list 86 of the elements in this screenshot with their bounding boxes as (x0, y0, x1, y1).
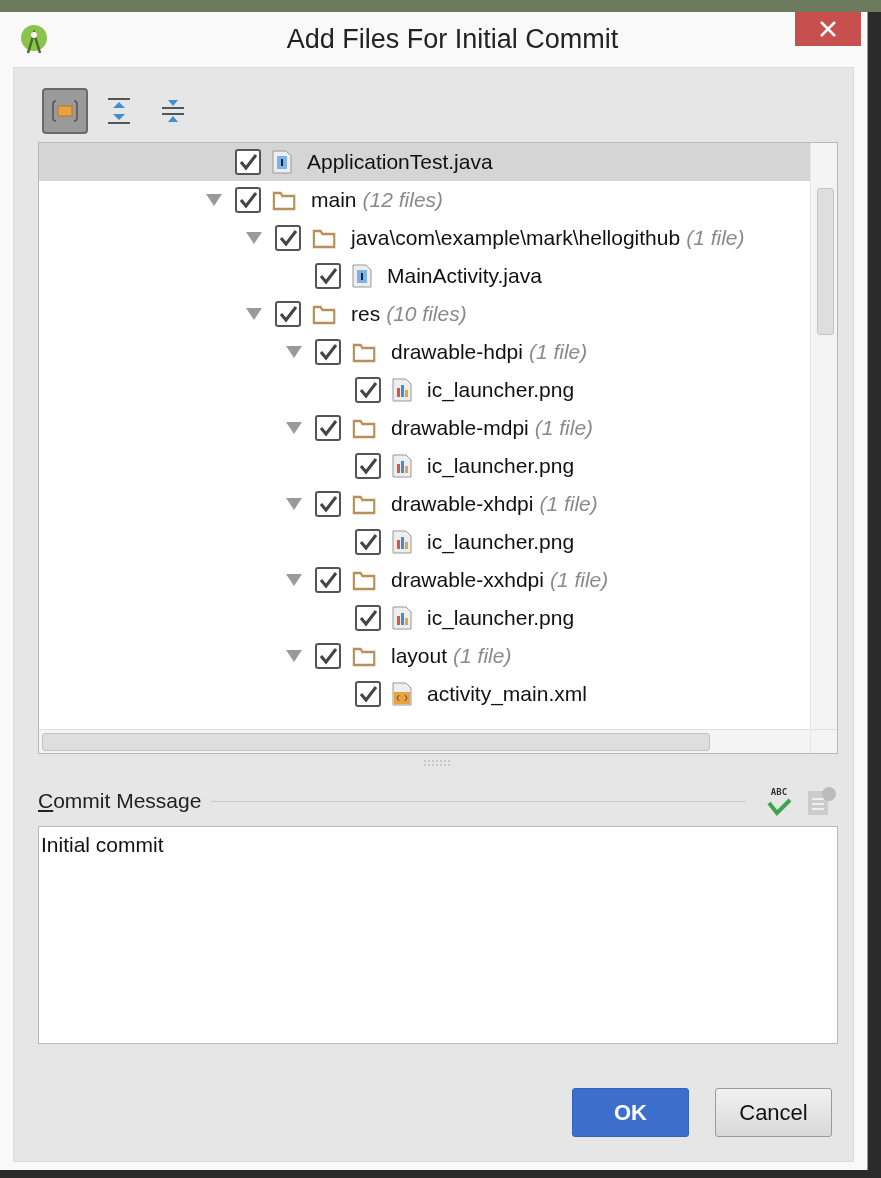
file-name: drawable-xxhdpi (391, 568, 544, 592)
checkbox[interactable] (315, 339, 341, 365)
checkbox[interactable] (355, 377, 381, 403)
tree-row[interactable]: ic_launcher.png (39, 599, 810, 637)
checkbox[interactable] (315, 415, 341, 441)
checkbox[interactable] (235, 187, 261, 213)
close-button[interactable] (795, 12, 861, 46)
expanded-arrow-icon[interactable] (283, 421, 305, 435)
checkbox[interactable] (355, 453, 381, 479)
horizontal-scrollbar[interactable] (39, 729, 810, 753)
tree-row[interactable]: drawable-mdpi (1 file) (39, 409, 810, 447)
xml-file-icon (391, 682, 413, 706)
checkbox[interactable] (315, 263, 341, 289)
scrollbar-thumb[interactable] (817, 188, 834, 335)
expanded-arrow-icon[interactable] (283, 345, 305, 359)
toolbar-button[interactable] (42, 88, 88, 134)
tree-row[interactable]: ic_launcher.png (39, 371, 810, 409)
file-count: (10 files) (386, 302, 467, 326)
checkmark-icon (766, 797, 792, 816)
tree-row[interactable]: java\com\example\mark\hellogithub (1 file) (39, 219, 810, 257)
checkbox[interactable] (315, 491, 341, 517)
checkbox[interactable] (355, 605, 381, 631)
file-count: (1 file) (534, 416, 594, 440)
checkbox[interactable] (355, 529, 381, 555)
file-name: main (311, 188, 357, 212)
tree-row[interactable]: activity_main.xml (39, 675, 810, 713)
image-file-icon (391, 606, 413, 630)
file-name: drawable-mdpi (391, 416, 529, 440)
file-count: (12 files) (362, 188, 444, 212)
splitter-handle[interactable] (423, 760, 453, 766)
checkbox[interactable] (275, 301, 301, 327)
expand-all-icon (106, 97, 132, 125)
file-name: ApplicationTest.java (307, 150, 493, 174)
vertical-scrollbar[interactable] (810, 143, 837, 729)
expanded-arrow-icon[interactable] (243, 231, 265, 245)
ok-button[interactable]: OK (572, 1088, 689, 1137)
tree-row[interactable]: ApplicationTest.java (39, 143, 810, 181)
java-file-icon (351, 264, 373, 288)
file-count: (1 file) (686, 226, 745, 250)
close-icon (819, 20, 837, 38)
checkbox[interactable] (275, 225, 301, 251)
image-file-icon (391, 454, 413, 478)
tree-row[interactable]: ic_launcher.png (39, 523, 810, 561)
image-file-icon (391, 530, 413, 554)
file-count: (1 file) (539, 492, 598, 516)
expanded-arrow-icon[interactable] (283, 497, 305, 511)
expanded-arrow-icon[interactable] (283, 649, 305, 663)
checkbox[interactable] (315, 643, 341, 669)
tree-row[interactable]: res (10 files) (39, 295, 810, 333)
window-title: Add Files For Initial Commit (286, 24, 619, 55)
folder-icon (52, 98, 78, 124)
file-name: layout (391, 644, 448, 668)
file-name: res (351, 302, 381, 326)
tree-row[interactable]: layout (1 file) (39, 637, 810, 675)
commit-message-label: Commit Message (38, 789, 202, 813)
tree-row[interactable]: drawable-xhdpi (1 file) (39, 485, 810, 523)
tree-row[interactable]: main (12 files) (39, 181, 810, 219)
file-count: (1 file) (528, 340, 588, 364)
tree-row[interactable]: ic_launcher.png (39, 447, 810, 485)
file-name: java\com\example\mark\hellogithub (351, 226, 681, 250)
tree-row[interactable]: drawable-xxhdpi (1 file) (39, 561, 810, 599)
scrollbar-thumb[interactable] (42, 733, 710, 751)
tree-row[interactable]: MainActivity.java (39, 257, 810, 295)
file-count: (1 file) (453, 644, 512, 668)
file-name: ic_launcher.png (427, 378, 575, 402)
expanded-arrow-icon[interactable] (243, 307, 265, 321)
checkbox[interactable] (235, 149, 261, 175)
expanded-arrow-icon[interactable] (203, 193, 225, 207)
file-name: drawable-xhdpi (391, 492, 534, 516)
file-count: (1 file) (549, 568, 609, 592)
tree-row[interactable]: drawable-hdpi (1 file) (39, 333, 810, 371)
file-name: ic_launcher.png (427, 606, 575, 630)
file-name: ic_launcher.png (427, 454, 575, 478)
java-file-icon (271, 150, 293, 174)
checkbox[interactable] (315, 567, 341, 593)
cancel-button[interactable]: Cancel (715, 1088, 832, 1137)
checkbox[interactable] (355, 681, 381, 707)
commit-message-field[interactable]: Initial commit (38, 826, 838, 1044)
file-name: ic_launcher.png (427, 530, 575, 554)
spellcheck-button[interactable]: ABC (762, 786, 796, 816)
file-name: MainActivity.java (387, 264, 542, 288)
image-file-icon (391, 378, 413, 402)
file-name: drawable-hdpi (391, 340, 523, 364)
file-name: activity_main.xml (427, 682, 587, 706)
expanded-arrow-icon[interactable] (283, 573, 305, 587)
collapse-all-icon (160, 97, 186, 125)
